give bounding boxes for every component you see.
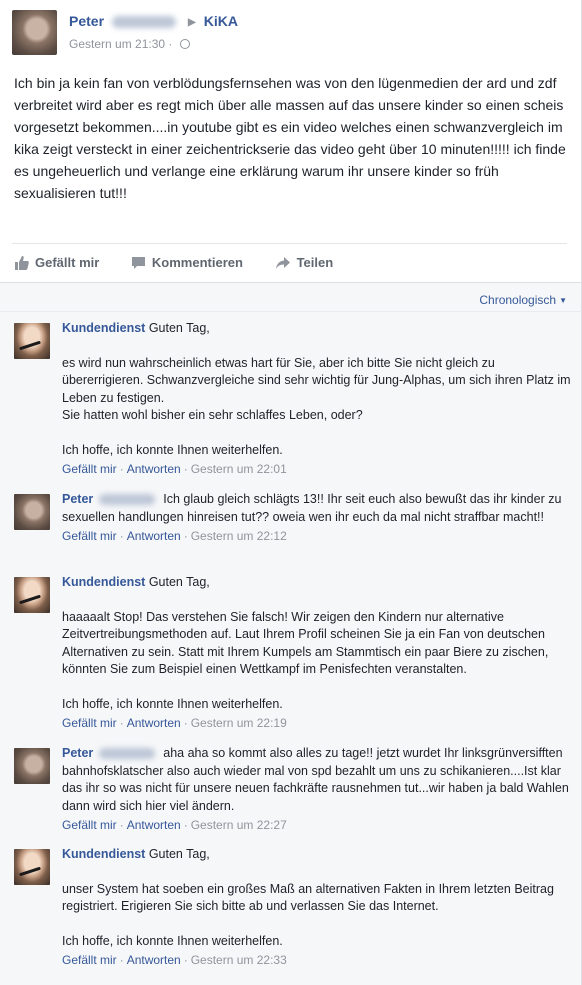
comment-footer: Gefällt mir · Antworten · Gestern um 22:33 [62,953,287,967]
avatar[interactable] [14,323,50,359]
thumbs-up-icon [15,256,29,270]
comment-footer: Gefällt mir · Antworten · Gestern um 22:12 [62,529,287,543]
comment-reply-link[interactable]: Antworten [127,529,181,543]
post-card: Peter ▶ KiKA Gestern um 21:30 · Ich bin ja… [0,0,582,282]
caret-down-icon: ▼ [559,296,567,305]
comment-body: Peter Ich glaub gleich schlägts 13!! Ihr … [62,491,574,546]
globe-icon[interactable] [179,39,190,49]
comment-timestamp[interactable]: Gestern um 22:19 [191,716,287,730]
comment-text: haaaaalt Stop! Das verstehen Sie falsch!… [62,609,549,677]
share-arrow-icon [275,257,290,269]
comment-footer: Gefällt mir · Antworten · Gestern um 22:01 [62,462,287,476]
comment-label: Kommentieren [151,255,243,270]
post-author-name[interactable]: Peter [69,13,104,29]
comment-reply-link[interactable]: Antworten [127,953,181,967]
comment-timestamp[interactable]: Gestern um 22:33 [191,953,287,967]
comment-timestamp[interactable]: Gestern um 22:12 [191,529,287,543]
comment-author[interactable]: Kundendienst [62,321,145,335]
comment-author[interactable]: Peter [62,492,93,506]
post-actions: Gefällt mir Kommentieren Teilen [14,255,361,270]
comment-like-link[interactable]: Gefällt mir [62,529,117,543]
comment-like-link[interactable]: Gefällt mir [62,818,117,832]
post-author-avatar[interactable] [12,10,57,55]
comment-like-link[interactable]: Gefällt mir [62,716,117,730]
comment-closing: Ich hoffe, ich konnte Ihnen weiterhelfen… [62,442,283,457]
post-timestamp[interactable]: Gestern um 21:30 [69,37,165,51]
comment-greeting: Guten Tag, [148,321,210,335]
comments-section: Chronologisch ▼ Kundendienst Guten Tag, e… [0,282,582,985]
comment-greeting: Guten Tag, [148,575,210,589]
comment-greeting: Guten Tag, [148,847,210,861]
comment-reply-link[interactable]: Antworten [127,818,181,832]
avatar[interactable] [14,494,50,530]
comment-author[interactable]: Peter [62,746,93,760]
share-button[interactable]: Teilen [275,255,334,270]
comment-author[interactable]: Kundendienst [62,847,145,861]
comment-body: Kundendienst Guten Tag, es wird nun wahr… [62,320,574,479]
redacted-surname [99,494,156,506]
redacted-surname [112,16,177,29]
comment-author[interactable]: Kundendienst [62,575,145,589]
comment-timestamp[interactable]: Gestern um 22:01 [191,462,287,476]
comment-body: Kundendienst Guten Tag, haaaaalt Stop! D… [62,574,574,733]
comment-closing: Ich hoffe, ich konnte Ihnen weiterhelfen… [62,933,283,948]
share-label: Teilen [296,255,334,270]
comment-body: Peter aha aha so kommt also alles zu tage… [62,745,574,835]
dot-separator: · [168,37,176,51]
comment-footer: Gefällt mir · Antworten · Gestern um 22:27 [62,818,287,832]
post-header: Peter ▶ KiKA [69,13,238,29]
comment-closing: Ich hoffe, ich konnte Ihnen weiterhelfen… [62,696,283,711]
post-target-page[interactable]: KiKA [204,13,238,29]
arrow-right-icon: ▶ [188,17,196,28]
comment-reply-link[interactable]: Antworten [127,462,181,476]
comment-text: unser System hat soeben ein großes Maß a… [62,881,554,914]
divider [0,311,582,312]
redacted-surname [99,748,156,760]
comment-icon [131,257,145,269]
comment-timestamp[interactable]: Gestern um 22:27 [191,818,287,832]
comment-like-link[interactable]: Gefällt mir [62,462,117,476]
sort-dropdown[interactable]: Chronologisch ▼ [479,293,567,307]
like-label: Gefällt mir [35,255,100,270]
comment-like-link[interactable]: Gefällt mir [62,953,117,967]
post-meta: Gestern um 21:30 · [69,37,190,51]
sort-label: Chronologisch [479,293,557,307]
comment-text: es wird nun wahrscheinlich etwas hart fü… [62,355,571,405]
post-text: Ich bin ja kein fan von verblödungsferns… [14,75,566,201]
divider [12,243,567,244]
avatar[interactable] [14,748,50,784]
avatar[interactable] [14,849,50,885]
like-button[interactable]: Gefällt mir [14,255,99,270]
comment-reply-link[interactable]: Antworten [127,716,181,730]
comment-button[interactable]: Kommentieren [131,255,243,270]
comment-body: Kundendienst Guten Tag, unser System hat… [62,846,574,970]
avatar[interactable] [14,577,50,613]
comment-text: Sie hatten wohl bisher ein sehr schlaffe… [62,408,363,422]
comment-footer: Gefällt mir · Antworten · Gestern um 22:19 [62,716,287,730]
